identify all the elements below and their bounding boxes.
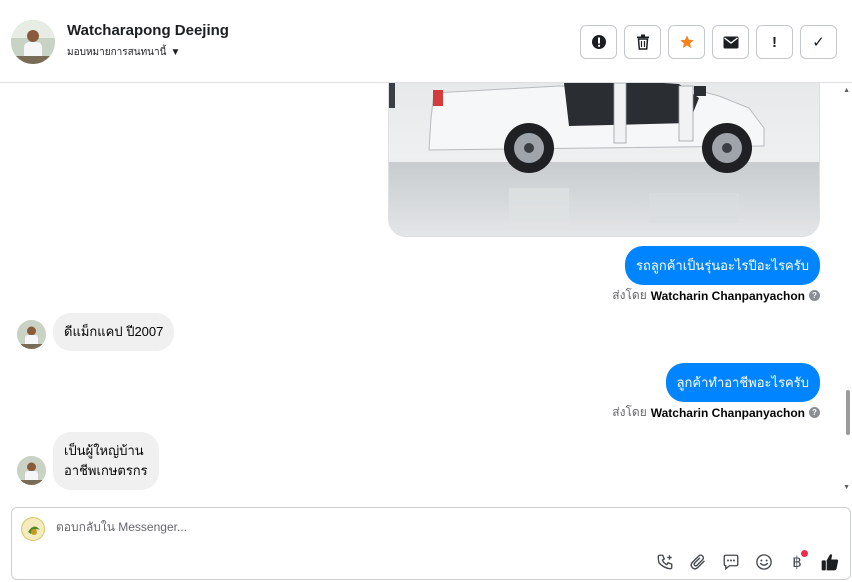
- sent-by-prefix: ส่งโดย: [612, 405, 647, 419]
- thumbs-up-icon: [821, 554, 839, 571]
- scroll-down-arrow[interactable]: ▼: [843, 484, 850, 491]
- star-button[interactable]: [668, 25, 705, 59]
- alert-circle-icon: [591, 35, 606, 49]
- sender-name: Watcharin Chanpanyachon: [650, 405, 805, 420]
- conversation-toolbar: ! ✓: [580, 25, 837, 59]
- delete-button[interactable]: [624, 25, 661, 59]
- contact-name[interactable]: Watcharapong Deejing: [67, 22, 229, 39]
- report-button[interactable]: [580, 25, 617, 59]
- sent-by-prefix: ส่งโดย: [612, 288, 647, 302]
- contact-avatar-small[interactable]: [17, 320, 46, 349]
- help-icon[interactable]: ?: [809, 407, 820, 418]
- contact-avatar-small[interactable]: [17, 456, 46, 485]
- incoming-message[interactable]: เป็นผู้ใหญ่บ้าน อาชีพเกษตรกร: [53, 432, 159, 490]
- chat-bubble-icon: [723, 554, 739, 571]
- saved-replies-button[interactable]: [721, 552, 741, 572]
- attach-button[interactable]: [688, 552, 708, 572]
- important-button[interactable]: !: [756, 25, 793, 59]
- trash-icon: [636, 34, 649, 50]
- smiley-icon: [756, 554, 772, 570]
- sent-by-label: ส่งโดย Watcharin Chanpanyachon ?: [612, 286, 820, 305]
- mail-button[interactable]: [712, 25, 749, 59]
- contact-avatar[interactable]: [11, 20, 55, 64]
- scrollbar-thumb[interactable]: [846, 390, 850, 435]
- phone-plus-icon: [657, 554, 673, 570]
- outgoing-message[interactable]: ลูกค้าทำอาชีพอะไรครับ: [665, 363, 820, 402]
- page-avatar: [21, 517, 45, 541]
- message-line: เป็นผู้ใหญ่บ้าน: [64, 443, 144, 458]
- assign-conversation-dropdown[interactable]: มอบหมายการสนทนานี้ ▼: [67, 45, 180, 60]
- reply-composer: ฿: [11, 507, 851, 580]
- scroll-up-arrow[interactable]: ▲: [843, 87, 850, 94]
- help-icon[interactable]: ?: [809, 290, 820, 301]
- envelope-icon: [723, 36, 738, 48]
- notification-dot: [801, 550, 808, 557]
- done-button[interactable]: ✓: [800, 25, 837, 59]
- like-button[interactable]: [820, 552, 840, 572]
- reply-input[interactable]: [56, 520, 556, 534]
- sender-name: Watcharin Chanpanyachon: [650, 288, 805, 303]
- message-thread: รถลูกค้าเป็นรุ่นอะไรปีอะไรครับ ส่งโดย Wa…: [0, 83, 852, 503]
- call-add-button[interactable]: [655, 552, 675, 572]
- baht-icon: ฿: [792, 554, 802, 571]
- paperclip-icon: [690, 554, 705, 570]
- payment-button[interactable]: ฿: [787, 550, 808, 572]
- shared-photo[interactable]: [388, 83, 820, 237]
- caret-down-icon: ▼: [170, 47, 181, 58]
- emoji-button[interactable]: [754, 552, 774, 572]
- star-icon: [679, 35, 694, 48]
- assign-label: มอบหมายการสนทนานี้: [67, 47, 167, 58]
- message-line: อาชีพเกษตรกร: [64, 463, 148, 478]
- composer-actions: ฿: [655, 550, 840, 572]
- conversation-header: Watcharapong Deejing มอบหมายการสนทนานี้ …: [0, 0, 852, 83]
- checkmark-icon: ✓: [812, 34, 825, 51]
- sent-by-label: ส่งโดย Watcharin Chanpanyachon ?: [612, 403, 820, 422]
- incoming-message[interactable]: ดีแม็กแคป ปี2007: [53, 313, 175, 351]
- exclamation-icon: !: [772, 33, 777, 51]
- outgoing-message[interactable]: รถลูกค้าเป็นรุ่นอะไรปีอะไรครับ: [625, 246, 820, 285]
